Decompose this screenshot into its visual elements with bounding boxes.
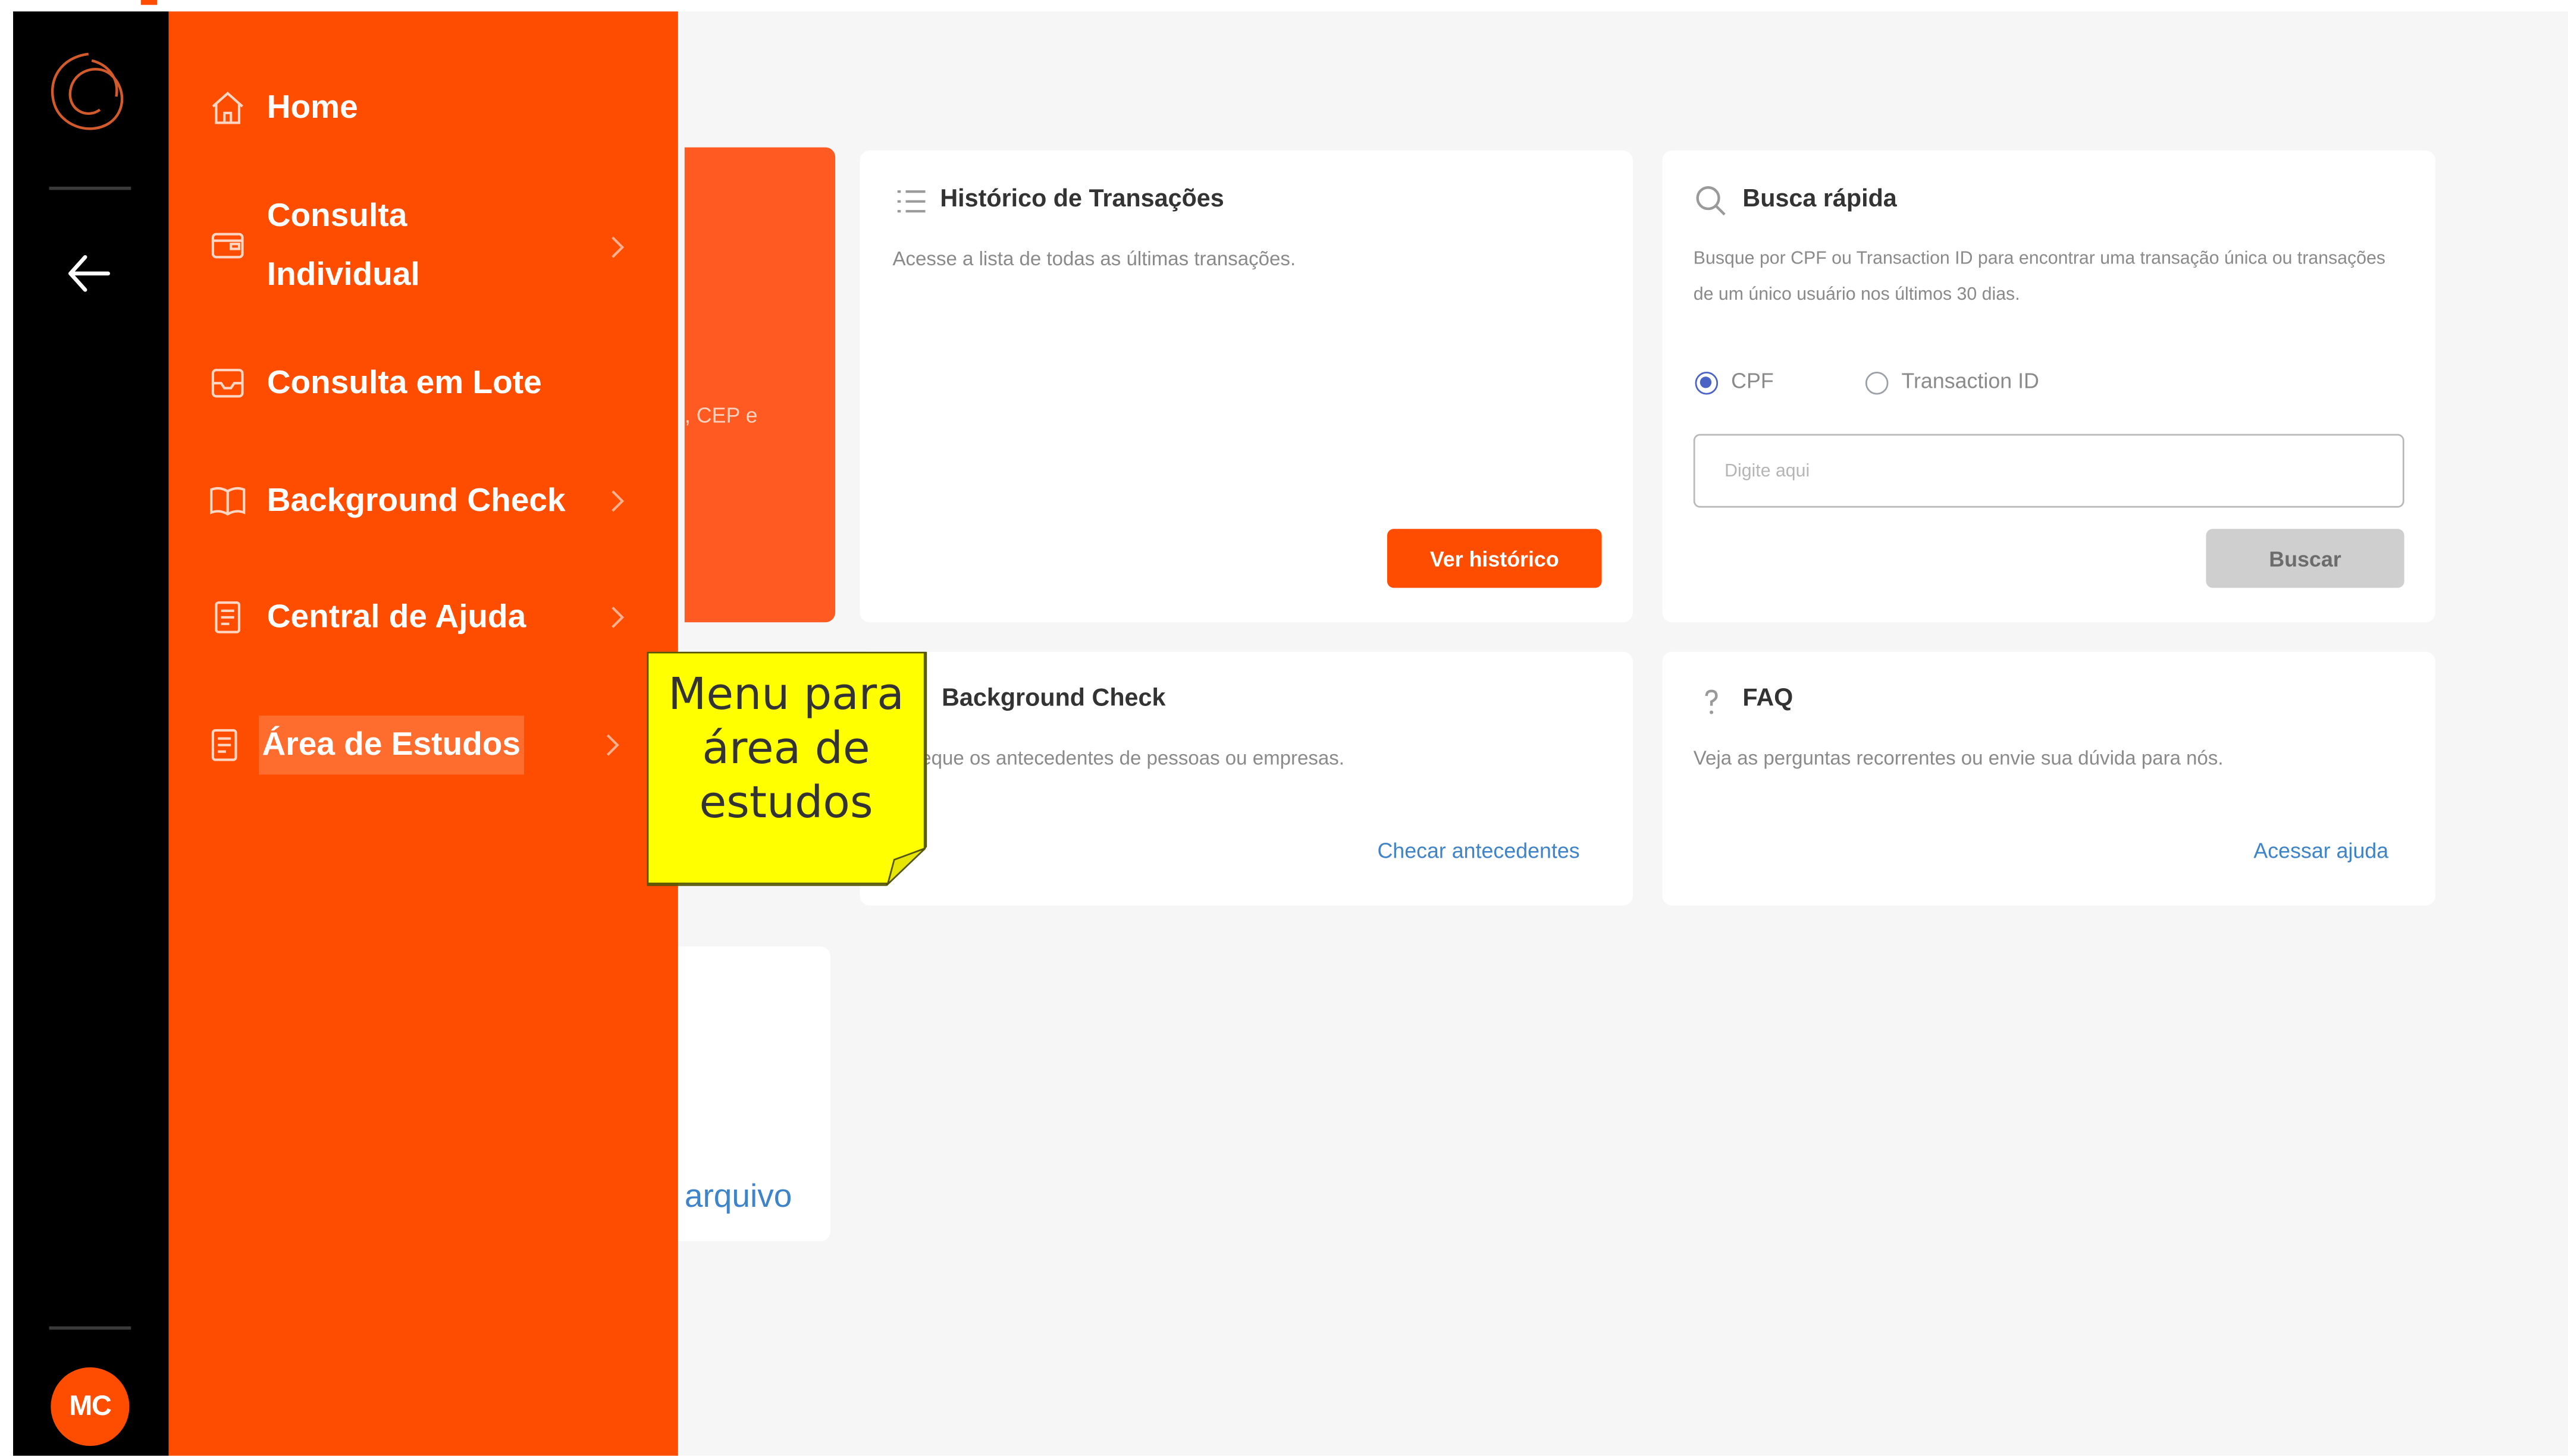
menu-item-label: Área de Estudos <box>259 716 524 775</box>
top-accent-mark <box>140 0 158 5</box>
menu-item-area-de-estudos[interactable]: Área de Estudos <box>169 716 678 775</box>
radio-cpf[interactable] <box>1695 371 1719 395</box>
menu-item-background-check[interactable]: Background Check <box>169 472 678 531</box>
arrow-left-icon[interactable] <box>59 244 118 303</box>
consulta-card-partial: , CEP e sultar <box>684 147 836 623</box>
menu-item-label: Consulta em Lote <box>266 365 542 401</box>
background-check-description: eque os antecedentes de pessoas ou empre… <box>920 746 1344 770</box>
chevron-right-icon <box>606 734 619 756</box>
menu-item-label: Consulta Individual <box>267 187 420 305</box>
chevron-right-icon <box>612 236 625 258</box>
chevron-right-icon <box>612 606 625 628</box>
busca-description: Busque por CPF ou Transaction ID para en… <box>1693 249 2386 305</box>
avatar[interactable]: MC <box>51 1367 130 1446</box>
radio-transaction-id[interactable] <box>1865 371 1889 395</box>
screen: , CEP e sultar Histórico de Transações A… <box>0 0 2568 1456</box>
rail-divider-bottom <box>49 1326 131 1330</box>
faq-description: Veja as perguntas recorrentes ou envie s… <box>1693 746 2224 770</box>
busca-input[interactable] <box>1693 434 2404 508</box>
icon-rail: MC <box>13 11 169 1456</box>
question-icon <box>1705 689 1718 714</box>
background-check-title: Background Check <box>942 684 1166 713</box>
note-line-2: área de <box>702 723 870 775</box>
menu-item-central-de-ajuda[interactable]: Central de Ajuda <box>169 588 678 647</box>
inbox-icon <box>211 369 244 398</box>
rail-divider-top <box>49 186 131 190</box>
search-icon <box>1696 186 1726 216</box>
note-line-3: estudos <box>699 777 873 829</box>
faq-title: FAQ <box>1742 684 1793 713</box>
arquivo-link[interactable]: arquivo <box>685 1179 792 1216</box>
checar-antecedentes-link[interactable]: Checar antecedentes <box>1377 839 1579 863</box>
menu-item-home[interactable]: Home <box>169 79 678 137</box>
menu-item-label-line1: Consulta <box>266 198 407 234</box>
sticky-note-fold <box>886 847 926 886</box>
chevron-right-icon <box>612 490 625 512</box>
radio-cpf-label: CPF <box>1731 368 1774 393</box>
menu-item-label: Central de Ajuda <box>266 599 526 636</box>
acessar-ajuda-link[interactable]: Acessar ajuda <box>2253 839 2388 863</box>
wallet-icon <box>211 233 244 259</box>
book-open-icon <box>210 487 246 516</box>
radio-transaction-id-label: Transaction ID <box>1901 368 2039 393</box>
menu-item-consulta-em-lote[interactable]: Consulta em Lote <box>169 354 678 413</box>
consulta-card-text: , CEP e <box>684 403 758 428</box>
side-menu: Home Consulta Individual Consulta em Lot… <box>168 11 678 1456</box>
menu-item-label-line2: Individual <box>266 257 420 293</box>
menu-item-label: Home <box>266 90 358 126</box>
sticky-note-text: Menu para área de estudos <box>647 668 926 830</box>
document-icon <box>211 729 237 761</box>
top-strip <box>0 0 2568 12</box>
busca-title: Busca rápida <box>1742 185 1897 213</box>
menu-item-consulta-individual[interactable]: Consulta Individual <box>169 187 678 305</box>
menu-item-label: Background Check <box>266 483 566 519</box>
ver-historico-button[interactable]: Ver histórico <box>1387 529 1602 588</box>
swirl-logo-icon <box>51 52 124 130</box>
historico-title: Histórico de Transações <box>940 185 1224 213</box>
list-icon <box>897 190 926 213</box>
note-line-1: Menu para <box>668 670 904 721</box>
document-icon <box>215 601 241 633</box>
historico-description: Acesse a lista de todas as últimas trans… <box>892 247 1296 271</box>
buscar-button[interactable]: Buscar <box>2206 529 2404 588</box>
home-icon <box>212 92 243 124</box>
